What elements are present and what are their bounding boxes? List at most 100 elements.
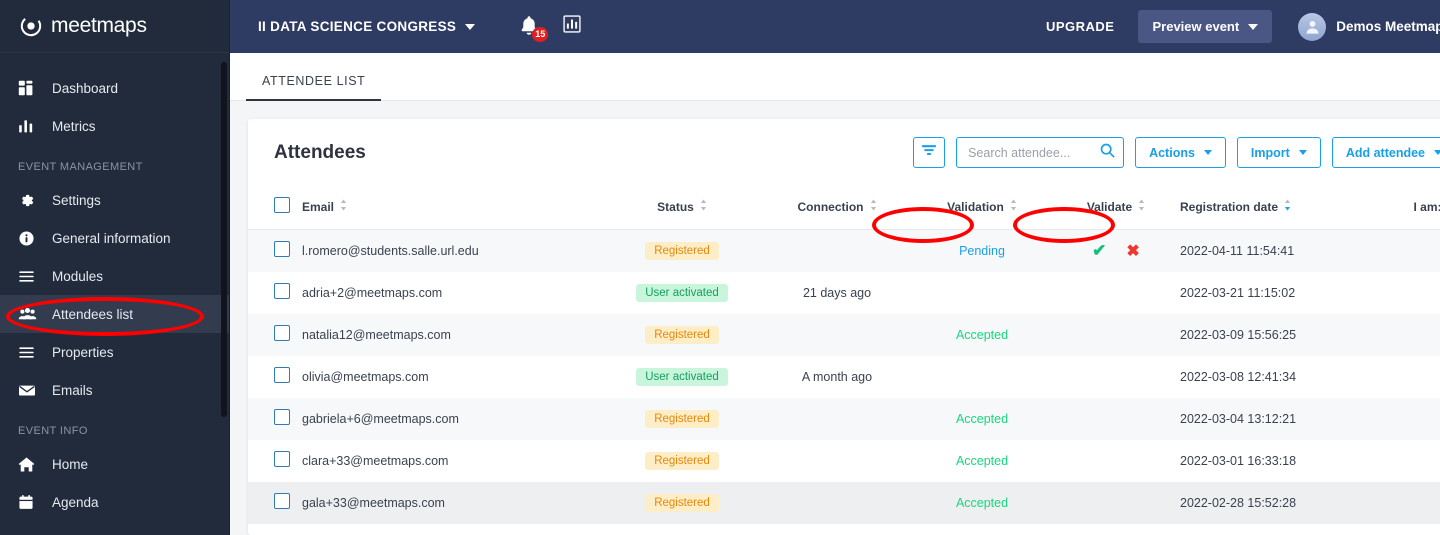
cell-email[interactable]: natalia12@meetmaps.com xyxy=(302,314,602,356)
cell-email[interactable]: adria+2@meetmaps.com xyxy=(302,272,602,314)
sort-icon[interactable] xyxy=(340,199,347,214)
chevron-down-icon xyxy=(1298,150,1307,155)
search-input[interactable] xyxy=(968,145,1101,160)
cell-email[interactable]: gala+33@meetmaps.com xyxy=(302,482,602,524)
brand-logo[interactable]: meetmaps xyxy=(0,0,230,53)
table-row[interactable]: clara+33@meetmaps.com Registered Accepted 2… xyxy=(248,439,1440,482)
table-row[interactable]: adria+2@meetmaps.com User activated 21 day… xyxy=(248,271,1440,314)
sort-icon[interactable] xyxy=(700,199,707,214)
analytics-button[interactable] xyxy=(563,15,581,38)
tab-attendee-list[interactable]: ATTENDEE LIST xyxy=(246,74,382,101)
preview-event-button[interactable]: Preview event xyxy=(1138,10,1273,43)
cell-connection: 21 days ago xyxy=(802,285,872,300)
column-header-status[interactable]: Status xyxy=(602,184,762,230)
table-row[interactable]: natalia12@meetmaps.com Registered Accepted… xyxy=(248,313,1440,356)
status-badge: User activated xyxy=(636,367,728,386)
notifications-button[interactable]: 15 xyxy=(519,15,549,42)
column-header-email[interactable]: Email xyxy=(302,184,602,230)
sort-icon-active-desc[interactable] xyxy=(1284,199,1291,214)
sidebar-item-emails[interactable]: Emails xyxy=(0,371,230,409)
sort-icon[interactable] xyxy=(1010,199,1017,214)
sidebar-item-dashboard[interactable]: Dashboard xyxy=(0,69,230,107)
column-header-connection[interactable]: Connection xyxy=(762,184,912,230)
sidebar-item-settings[interactable]: Settings xyxy=(0,181,230,219)
sidebar-item-modules[interactable]: Modules xyxy=(0,257,230,295)
validation-status: Accepted xyxy=(955,453,1009,468)
sort-icon[interactable] xyxy=(1138,199,1145,214)
table-row[interactable]: gabriela+6@meetmaps.com Registered Accepte… xyxy=(248,397,1440,440)
status-badge: Registered xyxy=(645,409,719,428)
sidebar-item-properties[interactable]: Properties xyxy=(0,333,230,371)
avatar xyxy=(1298,12,1327,41)
cell-email[interactable]: l.romero@students.salle.url.edu xyxy=(302,230,602,272)
validation-status: Accepted xyxy=(955,327,1009,342)
topbar: II DATA SCIENCE CONGRESS 15 UPGRADE Prev… xyxy=(230,0,1440,53)
event-selector[interactable]: II DATA SCIENCE CONGRESS xyxy=(258,19,476,34)
row-checkbox[interactable] xyxy=(274,367,290,383)
cell-email[interactable]: gabriela+6@meetmaps.com xyxy=(302,398,602,440)
import-label: Import xyxy=(1250,145,1290,160)
user-name: Demos Meetmaps xyxy=(1336,19,1440,34)
preview-event-label: Preview event xyxy=(1152,19,1240,34)
actions-label: Actions xyxy=(1149,145,1195,160)
user-menu[interactable]: Demos Meetmaps xyxy=(1298,12,1440,41)
cell-i-am xyxy=(1390,356,1440,398)
row-checkbox[interactable] xyxy=(274,493,290,509)
search-icon[interactable] xyxy=(1100,143,1115,163)
table-header: Email Status Connection Validation Valid… xyxy=(248,184,1440,230)
cell-validate xyxy=(1052,398,1180,440)
validation-status[interactable]: Pending xyxy=(959,244,1005,258)
sidebar-item-attendees-list[interactable]: Attendees list xyxy=(0,295,230,333)
people-group-icon xyxy=(18,306,44,323)
sort-icon[interactable] xyxy=(870,199,877,214)
check-icon[interactable]: ✔ xyxy=(1092,241,1106,260)
sidebar-item-metrics[interactable]: Metrics xyxy=(0,107,230,145)
add-attendee-button[interactable]: Add attendee xyxy=(1331,137,1440,168)
sidebar-item-general-information[interactable]: General information xyxy=(0,219,230,257)
sidebar-item-agenda[interactable]: Agenda xyxy=(0,483,230,521)
row-select-cell xyxy=(248,482,302,524)
cell-email[interactable]: clara+33@meetmaps.com xyxy=(302,440,602,482)
chevron-down-icon xyxy=(1203,150,1212,155)
cell-registration-date: 2022-03-21 11:15:02 xyxy=(1180,285,1296,300)
column-header-validate[interactable]: Validate xyxy=(1052,184,1180,230)
table-row[interactable]: gala+33@meetmaps.com Registered Accepted 20… xyxy=(248,481,1440,524)
select-all-checkbox[interactable] xyxy=(274,197,290,213)
row-checkbox[interactable] xyxy=(274,283,290,299)
upgrade-link[interactable]: UPGRADE xyxy=(1046,19,1115,34)
row-checkbox[interactable] xyxy=(274,241,290,258)
sidebar-section-event-management: EVENT MANAGEMENT xyxy=(18,161,143,173)
cell-validation: Accepted xyxy=(912,440,1052,482)
row-checkbox[interactable] xyxy=(274,325,290,341)
column-label: I am: xyxy=(1413,199,1440,214)
column-header-validation[interactable]: Validation xyxy=(912,184,1052,230)
cell-status: Registered xyxy=(602,398,762,440)
column-label: Connection xyxy=(797,199,864,214)
menu-lines-icon xyxy=(18,268,44,285)
x-icon[interactable]: ✖ xyxy=(1126,243,1139,260)
status-badge: User activated xyxy=(636,283,728,302)
row-checkbox[interactable] xyxy=(274,451,290,467)
import-button[interactable]: Import xyxy=(1236,137,1321,168)
search-box[interactable] xyxy=(956,137,1125,168)
column-header-i-am[interactable]: I am: xyxy=(1390,184,1440,230)
sidebar-scrollbar[interactable] xyxy=(221,62,227,417)
status-badge: Registered xyxy=(645,493,719,512)
actions-button[interactable]: Actions xyxy=(1135,137,1226,168)
cell-validation: Accepted xyxy=(912,482,1052,524)
table-row[interactable]: olivia@meetmaps.com User activated A month… xyxy=(248,355,1440,398)
status-badge: Registered xyxy=(645,325,719,344)
column-header-registration-date[interactable]: Registration date xyxy=(1180,184,1390,230)
row-checkbox[interactable] xyxy=(274,409,290,425)
chevron-down-icon xyxy=(465,23,476,30)
table-row[interactable]: l.romero@students.salle.url.edu Registere… xyxy=(248,229,1440,272)
filter-button[interactable] xyxy=(913,137,946,168)
sidebar-item-home[interactable]: Home xyxy=(0,445,230,483)
cell-email[interactable]: olivia@meetmaps.com xyxy=(302,356,602,398)
cell-i-am xyxy=(1390,272,1440,314)
sidebar-item-label: Properties xyxy=(52,344,114,360)
cell-status: User activated xyxy=(602,272,762,314)
chevron-down-icon xyxy=(1248,23,1259,30)
column-header-select-all xyxy=(248,184,302,230)
dashboard-icon xyxy=(18,80,44,96)
